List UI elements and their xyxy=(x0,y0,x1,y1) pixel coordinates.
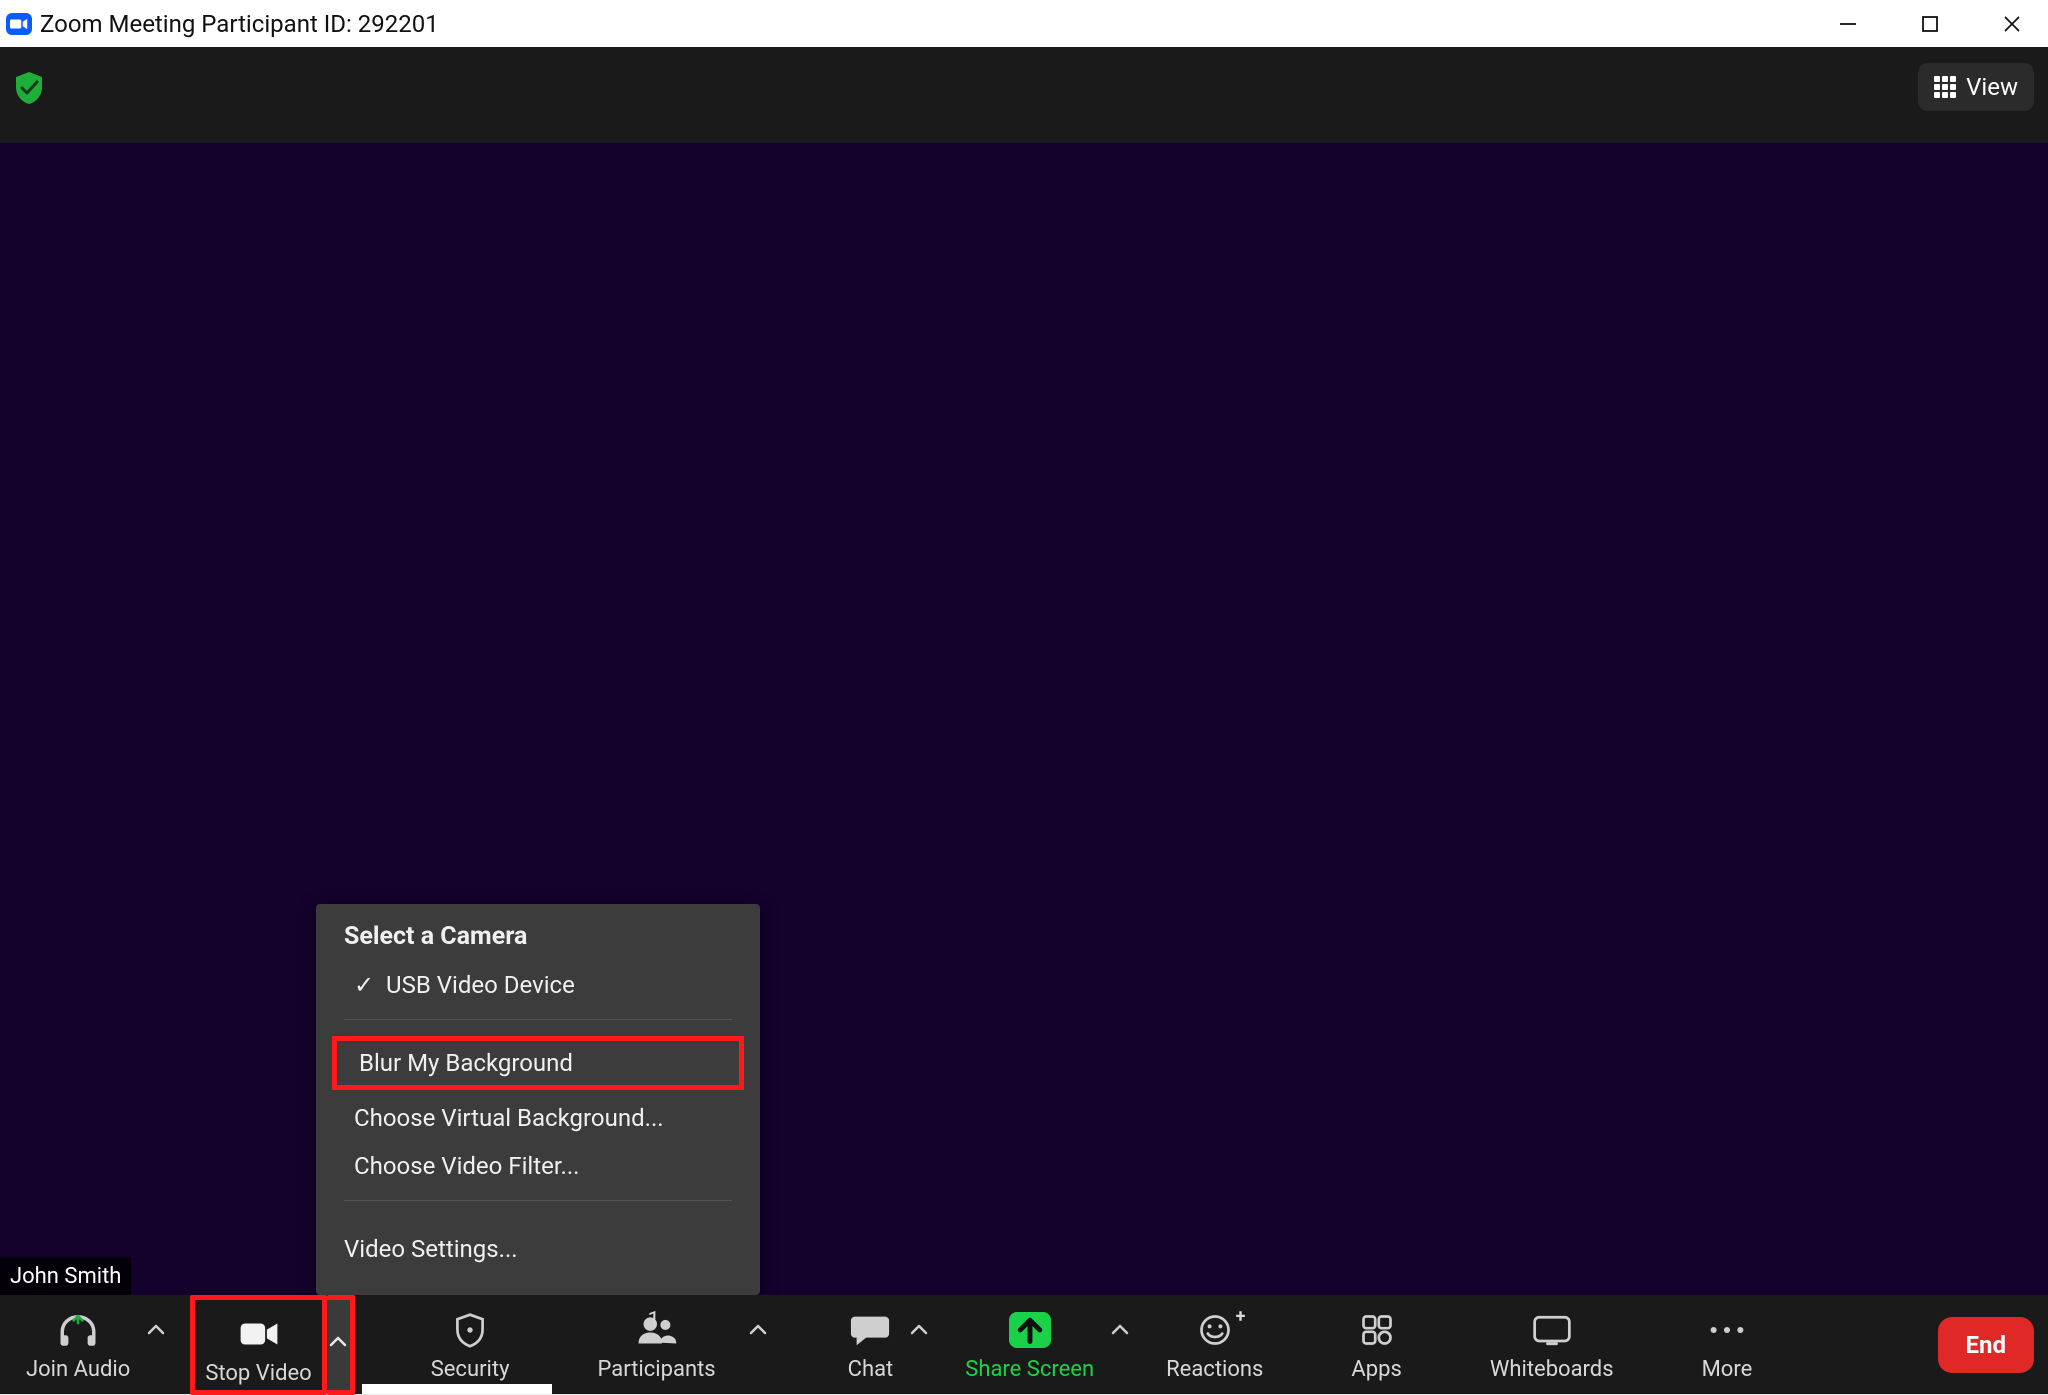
view-label: View xyxy=(1966,73,2018,101)
join-audio-button[interactable]: Join Audio xyxy=(14,1300,142,1390)
toolbar-label: Reactions xyxy=(1166,1357,1263,1382)
more-button[interactable]: More xyxy=(1690,1300,1765,1390)
video-stage: John Smith Select a Camera ✓ USB Video D… xyxy=(0,143,2048,1295)
video-options-menu: Select a Camera ✓ USB Video Device Blur … xyxy=(316,904,760,1295)
share-options-caret[interactable] xyxy=(1106,1300,1134,1390)
view-button[interactable]: View xyxy=(1918,63,2034,111)
menu-item-label: Video Settings... xyxy=(344,1235,518,1263)
toolbar-label: Join Audio xyxy=(26,1357,130,1382)
apps-icon xyxy=(1356,1311,1398,1349)
share-screen-icon xyxy=(1009,1311,1051,1349)
apps-button[interactable]: Apps xyxy=(1339,1300,1413,1390)
meeting-top-strip: View xyxy=(0,47,2048,143)
whiteboard-icon xyxy=(1531,1311,1573,1349)
window-title: Zoom Meeting Participant ID: 292201 xyxy=(40,10,439,38)
participants-count: 1 xyxy=(648,1308,660,1333)
os-task-hint xyxy=(362,1384,552,1394)
encryption-shield-icon[interactable] xyxy=(14,71,44,105)
window-titlebar: Zoom Meeting Participant ID: 292201 xyxy=(0,0,2048,47)
video-options-caret[interactable] xyxy=(327,1295,355,1395)
chat-button[interactable]: Chat xyxy=(836,1300,906,1390)
participant-name-text: John Smith xyxy=(10,1264,121,1289)
video-camera-icon xyxy=(238,1315,280,1353)
plus-badge-icon: + xyxy=(1236,1306,1246,1327)
smiley-icon xyxy=(1194,1311,1236,1349)
window-close-button[interactable] xyxy=(1998,10,2026,38)
more-icon xyxy=(1706,1311,1748,1349)
zoom-app-icon xyxy=(6,13,32,35)
toolbar-label: Participants xyxy=(598,1357,716,1382)
menu-item-blur-background[interactable]: Blur My Background xyxy=(332,1036,744,1090)
chat-options-caret[interactable] xyxy=(905,1300,933,1390)
chat-icon xyxy=(849,1311,891,1349)
reactions-button[interactable]: + Reactions xyxy=(1154,1300,1275,1390)
window-minimize-button[interactable] xyxy=(1834,10,1862,38)
toolbar-label: Security xyxy=(431,1357,510,1382)
toolbar-label: Apps xyxy=(1351,1357,1401,1382)
shield-icon xyxy=(449,1311,491,1349)
menu-item-video-filter[interactable]: Choose Video Filter... xyxy=(344,1142,732,1190)
menu-item-video-settings[interactable]: Video Settings... xyxy=(344,1225,732,1273)
participants-button[interactable]: 1 Participants xyxy=(586,1300,744,1390)
grid-icon xyxy=(1934,76,1956,98)
security-button[interactable]: Security xyxy=(419,1300,522,1390)
whiteboards-button[interactable]: Whiteboards xyxy=(1478,1300,1626,1390)
camera-option-label: USB Video Device xyxy=(386,971,575,999)
headphones-icon xyxy=(57,1311,99,1349)
check-icon: ✓ xyxy=(354,971,374,999)
end-meeting-button[interactable]: End xyxy=(1938,1317,2034,1373)
toolbar-label: Stop Video xyxy=(205,1361,311,1386)
video-menu-header: Select a Camera xyxy=(344,922,732,961)
participants-options-caret[interactable] xyxy=(744,1300,772,1390)
menu-item-label: Choose Video Filter... xyxy=(354,1152,580,1180)
toolbar-label: Share Screen xyxy=(965,1357,1094,1382)
toolbar-label: Chat xyxy=(848,1357,894,1382)
menu-divider xyxy=(344,1200,732,1201)
end-button-label: End xyxy=(1966,1331,2006,1359)
menu-item-label: Choose Virtual Background... xyxy=(354,1104,664,1132)
menu-item-label: Blur My Background xyxy=(359,1049,573,1077)
participant-name-chip: John Smith xyxy=(0,1257,131,1295)
toolbar-label: More xyxy=(1702,1357,1753,1382)
toolbar-label: Whiteboards xyxy=(1490,1357,1614,1382)
menu-item-virtual-background[interactable]: Choose Virtual Background... xyxy=(344,1094,732,1142)
stop-video-button[interactable]: Stop Video xyxy=(190,1295,326,1395)
audio-options-caret[interactable] xyxy=(142,1300,170,1390)
share-screen-button[interactable]: Share Screen xyxy=(953,1300,1106,1390)
menu-divider xyxy=(344,1019,732,1020)
window-maximize-button[interactable] xyxy=(1916,10,1944,38)
camera-option-usb[interactable]: ✓ USB Video Device xyxy=(344,961,732,1009)
meeting-toolbar: Join Audio Stop Video Security 1 Partici… xyxy=(0,1295,2048,1394)
